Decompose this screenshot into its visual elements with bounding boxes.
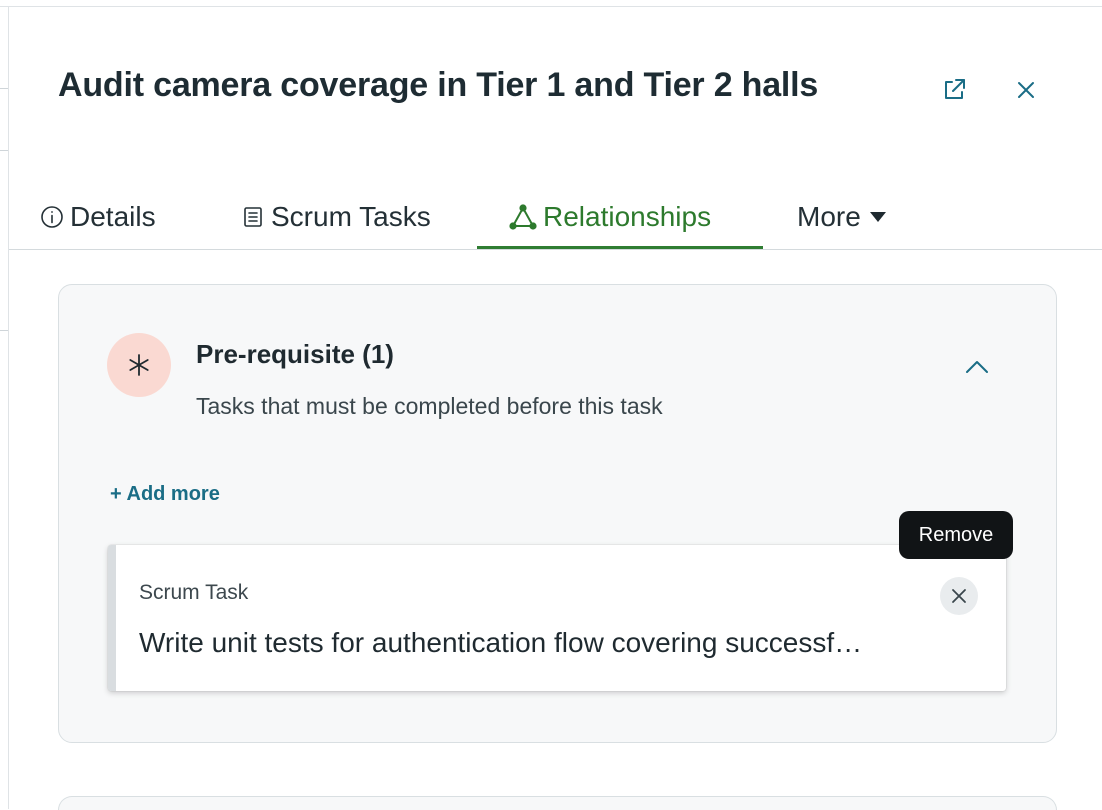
tab-bar: Details Scrum Tasks Relationships More — [9, 186, 1102, 250]
section-description: Tasks that must be completed before this… — [196, 393, 663, 419]
top-divider — [0, 6, 1102, 7]
prerequisite-section: Pre-requisite (1) Tasks that must be com… — [58, 284, 1057, 743]
left-divider — [8, 6, 9, 809]
tab-label: More — [797, 201, 861, 232]
panel-title: Audit camera coverage in Tier 1 and Tier… — [58, 66, 819, 104]
next-section-edge — [58, 796, 1057, 810]
asterisk-icon — [107, 333, 171, 397]
related-task-card[interactable]: Scrum Task Write unit tests for authenti… — [108, 545, 1006, 691]
task-type-label: Scrum Task — [139, 581, 249, 604]
tab-label: Details — [70, 201, 156, 232]
chevron-up-icon[interactable] — [959, 349, 995, 385]
add-more-link[interactable]: + Add more — [110, 483, 220, 506]
remove-tooltip: Remove — [899, 511, 1013, 559]
active-tab-indicator — [477, 246, 763, 249]
edge-marker — [0, 330, 8, 331]
list-document-icon — [241, 205, 265, 229]
caret-down-icon — [869, 211, 887, 223]
external-link-icon[interactable] — [938, 74, 970, 106]
tab-more[interactable]: More — [797, 186, 887, 248]
triangle-nodes-icon — [509, 204, 537, 230]
edge-marker — [0, 150, 8, 151]
tab-scrum-tasks[interactable]: Scrum Tasks — [241, 186, 431, 248]
section-title: Pre-requisite (1) — [196, 339, 394, 369]
tab-label: Relationships — [543, 201, 712, 232]
card-stripe — [108, 545, 116, 691]
info-circle-icon — [40, 205, 64, 229]
tab-label: Scrum Tasks — [271, 201, 431, 232]
tab-relationships[interactable]: Relationships — [509, 186, 711, 248]
tab-details[interactable]: Details — [40, 186, 156, 248]
remove-button[interactable] — [940, 577, 978, 615]
edge-marker — [0, 88, 8, 89]
task-title: Write unit tests for authentication flow… — [139, 627, 863, 658]
task-detail-panel: Audit camera coverage in Tier 1 and Tier… — [0, 0, 1102, 810]
close-icon[interactable] — [1010, 74, 1042, 106]
